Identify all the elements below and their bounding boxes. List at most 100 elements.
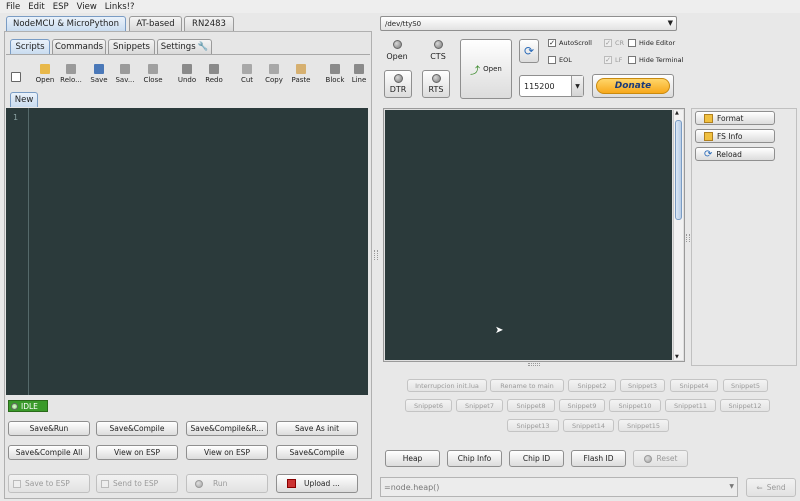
undo-button[interactable]: Undo xyxy=(174,58,200,86)
scroll-up-icon[interactable]: ▲ xyxy=(675,110,679,116)
menu-edit[interactable]: Edit xyxy=(28,2,44,12)
menu-file[interactable]: File xyxy=(6,2,20,12)
format-button[interactable]: Format xyxy=(695,111,775,125)
terminal-scrollbar[interactable]: ▲ ▼ xyxy=(673,110,683,360)
format-label: Format xyxy=(717,113,744,123)
tab-at-based[interactable]: AT-based xyxy=(129,16,182,31)
line-button[interactable]: Line xyxy=(348,58,370,86)
eol-option[interactable]: EOL xyxy=(548,56,572,64)
send-to-esp-label: Send to ESP xyxy=(113,478,159,488)
tab-settings[interactable]: Settings 🔧 xyxy=(157,39,212,54)
close-file-icon xyxy=(148,64,158,74)
send-button[interactable]: ⇐ Send xyxy=(746,478,796,497)
snippet-button[interactable]: Snippet13 xyxy=(507,419,559,432)
menu-view[interactable]: View xyxy=(77,2,97,12)
view-on-esp-button[interactable]: View on ESP xyxy=(96,445,178,460)
save-to-esp-button[interactable]: Save to ESP xyxy=(8,474,90,493)
open-port-button[interactable]: ⤴ Open xyxy=(460,39,512,99)
run-button[interactable]: Run xyxy=(186,474,268,493)
snippet-button[interactable]: Snippet8 xyxy=(507,399,555,412)
upload-button[interactable]: Upload ... xyxy=(276,474,358,493)
block-button[interactable]: Block xyxy=(322,58,348,86)
lf-option[interactable]: ✓ LF xyxy=(604,56,622,64)
cr-option[interactable]: ✓ CR xyxy=(604,39,624,47)
baud-select[interactable]: 115200 ▼ xyxy=(519,75,584,97)
chevron-down-icon: ▼ xyxy=(667,19,673,27)
snippet-button[interactable]: Snippet5 xyxy=(723,379,768,392)
port-select[interactable]: /dev/ttyS0 ▼ xyxy=(380,16,677,31)
code-editor[interactable]: 1 xyxy=(6,108,368,395)
flash-id-button[interactable]: Flash ID xyxy=(571,450,626,467)
snippet-button[interactable]: Snippet7 xyxy=(456,399,503,412)
send-to-esp-button[interactable]: Send to ESP xyxy=(96,474,178,493)
snippet-button[interactable]: Snippet4 xyxy=(670,379,718,392)
command-input[interactable]: =node.heap() ▼ xyxy=(380,477,738,497)
file-tab-new[interactable]: New xyxy=(10,92,38,107)
tab-rn2483[interactable]: RN2483 xyxy=(184,16,234,31)
snippet-button[interactable]: Snippet3 xyxy=(620,379,665,392)
menu-esp[interactable]: ESP xyxy=(53,2,69,12)
reload-fs-button[interactable]: ⟳ Reload xyxy=(695,147,775,161)
snippet-button[interactable]: Interrupcion init.lua xyxy=(407,379,487,392)
refresh-ports-button[interactable]: ⟳ xyxy=(519,39,539,63)
line-gutter: 1 xyxy=(6,108,29,395)
autoscroll-option[interactable]: ✓ AutoScroll xyxy=(548,39,592,47)
reload-button[interactable]: Relo... xyxy=(58,58,84,86)
save-button[interactable]: Save xyxy=(86,58,112,86)
open-led-icon xyxy=(392,40,402,49)
hide-terminal-option[interactable]: Hide Terminal xyxy=(628,56,683,64)
settings-label: Settings xyxy=(160,42,196,52)
save-run-button[interactable]: Save&Run xyxy=(8,421,90,436)
heap-button[interactable]: Heap xyxy=(385,450,440,467)
save-compile-run-button[interactable]: Save&Compile&R... xyxy=(186,421,268,436)
save-compile-button-2[interactable]: Save&Compile xyxy=(276,445,358,460)
tab-snippets[interactable]: Snippets xyxy=(108,39,155,54)
line-label: Line xyxy=(351,76,367,84)
chip-id-button[interactable]: Chip ID xyxy=(509,450,564,467)
close-button[interactable]: Close xyxy=(140,58,166,86)
cut-button[interactable]: Cut xyxy=(234,58,260,86)
scrollbar-thumb[interactable] xyxy=(675,120,682,220)
save-compile-button[interactable]: Save&Compile xyxy=(96,421,178,436)
tab-nodemcu[interactable]: NodeMCU & MicroPython xyxy=(6,16,126,31)
hide-terminal-label: Hide Terminal xyxy=(639,56,684,64)
splitter-handle-bottom[interactable] xyxy=(528,363,540,366)
snippet-button[interactable]: Snippet12 xyxy=(720,399,770,412)
hide-editor-option[interactable]: Hide Editor xyxy=(628,39,675,47)
scroll-down-icon[interactable]: ▼ xyxy=(675,354,679,360)
chip-info-button[interactable]: Chip Info xyxy=(447,450,502,467)
reset-button[interactable]: Reset xyxy=(633,450,688,467)
dtr-button[interactable]: DTR xyxy=(384,70,412,98)
redo-button[interactable]: Redo xyxy=(201,58,227,86)
open-button[interactable]: Open xyxy=(32,58,58,86)
tab-commands[interactable]: Commands xyxy=(52,39,106,54)
splitter-handle[interactable] xyxy=(374,250,378,260)
snippet-button[interactable]: Snippet9 xyxy=(559,399,605,412)
view-on-esp-button-2[interactable]: View on ESP xyxy=(186,445,268,460)
snippet-button[interactable]: Snippet11 xyxy=(665,399,716,412)
baud-value: 115200 xyxy=(524,81,555,91)
terminal-output[interactable]: ➤ xyxy=(385,110,672,360)
snippet-button[interactable]: Snippet10 xyxy=(609,399,661,412)
save-compile-all-button[interactable]: Save&Compile All xyxy=(8,445,90,460)
snippet-button[interactable]: Snippet14 xyxy=(563,419,614,432)
menu-links[interactable]: Links!? xyxy=(105,2,135,12)
tab-scripts[interactable]: Scripts xyxy=(10,39,50,54)
copy-button[interactable]: Copy xyxy=(261,58,287,86)
new-file-button[interactable] xyxy=(6,58,26,86)
snippet-button[interactable]: Snippet2 xyxy=(568,379,616,392)
snippet-button[interactable]: Snippet6 xyxy=(405,399,452,412)
snippet-button[interactable]: Rename to main xyxy=(490,379,564,392)
snippet-button[interactable]: Snippet15 xyxy=(618,419,669,432)
rts-button[interactable]: RTS xyxy=(422,70,450,98)
save-as-button[interactable]: Sav... xyxy=(112,58,138,86)
donate-button[interactable]: Donate xyxy=(592,74,674,98)
save-as-init-button[interactable]: Save As init xyxy=(276,421,358,436)
splitter-handle-right[interactable] xyxy=(686,234,690,242)
paste-button[interactable]: Paste xyxy=(288,58,314,86)
block-comment-icon xyxy=(330,64,340,74)
reload-fs-icon: ⟳ xyxy=(704,148,713,160)
fs-info-button[interactable]: FS Info xyxy=(695,129,775,143)
reload-icon xyxy=(66,64,76,74)
menu-bar: File Edit ESP View Links!? xyxy=(0,0,800,13)
